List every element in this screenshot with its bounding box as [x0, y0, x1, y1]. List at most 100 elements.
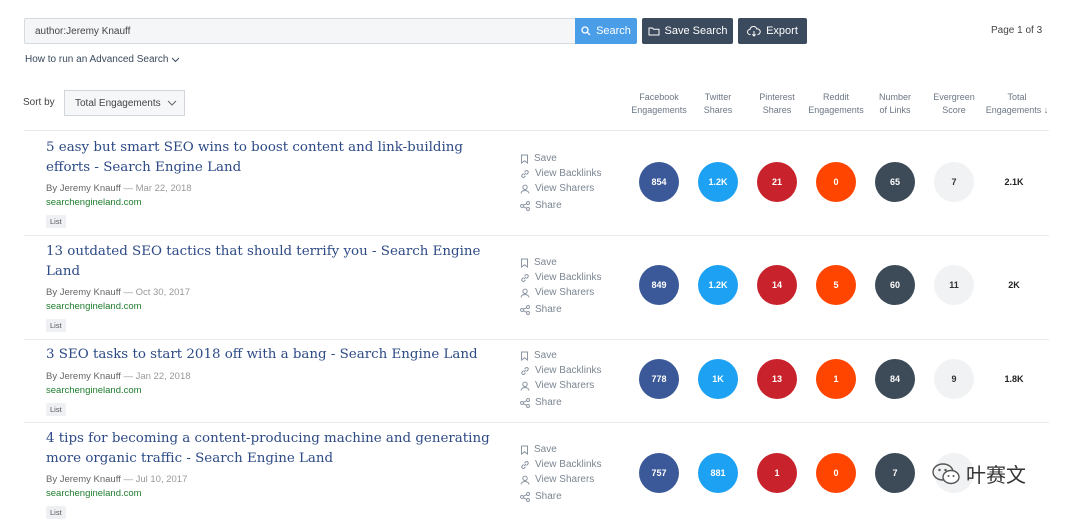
- facebook-engagements: 854: [639, 162, 679, 202]
- column-header-pinterest[interactable]: Pinterest Shares: [747, 91, 807, 117]
- twitter-shares: 1.2K: [698, 265, 738, 305]
- column-header-total[interactable]: Total Engagements ↓: [984, 91, 1050, 117]
- advanced-search-link[interactable]: How to run an Advanced Search: [25, 54, 180, 65]
- folder-icon: [648, 27, 659, 36]
- result-domain[interactable]: searchengineland.com: [46, 385, 142, 396]
- cloud-download-icon: [747, 25, 761, 37]
- reddit-engagements: 0: [816, 162, 856, 202]
- evergreen-score: 7: [934, 162, 974, 202]
- user-icon: [520, 381, 530, 391]
- export-button[interactable]: Export: [738, 18, 807, 44]
- evergreen-score: 9: [934, 359, 974, 399]
- result-author[interactable]: By Jeremy Knauff: [46, 371, 121, 382]
- link-icon: [521, 273, 529, 282]
- share-icon: [520, 304, 530, 315]
- pinterest-shares: 13: [757, 359, 797, 399]
- content-type-badge: List: [46, 403, 66, 416]
- chevron-down-icon: [167, 100, 176, 106]
- view-sharers-action[interactable]: View Sharers: [520, 474, 594, 485]
- user-icon: [520, 184, 530, 194]
- facebook-engagements: 778: [639, 359, 679, 399]
- result-title-link[interactable]: 4 tips for becoming a content-producing …: [46, 429, 496, 469]
- link-icon: [521, 169, 529, 178]
- view-sharers-action[interactable]: View Sharers: [520, 380, 594, 391]
- page-indicator: Page 1 of 3: [991, 25, 1043, 36]
- user-icon: [520, 288, 530, 298]
- content-type-badge: List: [46, 506, 66, 519]
- result-date: — Jul 10, 2017: [123, 474, 188, 485]
- reddit-engagements: 1: [816, 359, 856, 399]
- search-button-label: Search: [596, 25, 631, 37]
- search-input[interactable]: [24, 18, 576, 44]
- sort-selected-value: Total Engagements: [75, 97, 161, 109]
- save-action[interactable]: Save: [520, 257, 557, 268]
- share-icon: [520, 397, 530, 408]
- link-icon: [521, 460, 529, 469]
- result-author[interactable]: By Jeremy Knauff: [46, 287, 121, 298]
- number-of-links[interactable]: 65: [875, 162, 915, 202]
- pinterest-shares: 1: [757, 453, 797, 493]
- number-of-links[interactable]: 60: [875, 265, 915, 305]
- save-action[interactable]: Save: [520, 350, 557, 361]
- result-domain[interactable]: searchengineland.com: [46, 197, 142, 208]
- result-date: — Mar 22, 2018: [123, 183, 192, 194]
- bookmark-icon: [521, 445, 528, 455]
- column-header-links[interactable]: Number of Links: [865, 91, 925, 117]
- total-engagements: 1.8K: [1004, 374, 1024, 384]
- pinterest-shares: 21: [757, 162, 797, 202]
- watermark-text: 叶赛文: [966, 465, 1026, 487]
- result-date: — Oct 30, 2017: [123, 287, 190, 298]
- result-title-link[interactable]: 13 outdated SEO tactics that should terr…: [46, 242, 496, 282]
- view-backlinks-action[interactable]: View Backlinks: [520, 459, 602, 470]
- sort-dropdown[interactable]: Total Engagements: [64, 90, 185, 116]
- save-action[interactable]: Save: [520, 444, 557, 455]
- twitter-shares: 881: [698, 453, 738, 493]
- share-action[interactable]: Share: [520, 491, 562, 502]
- save-search-button[interactable]: Save Search: [642, 18, 733, 44]
- number-of-links[interactable]: 7: [875, 453, 915, 493]
- pinterest-shares: 14: [757, 265, 797, 305]
- share-action[interactable]: Share: [520, 200, 562, 211]
- result-meta: By Jeremy Knauff — Jan 22, 2018: [46, 371, 191, 382]
- column-header-twitter[interactable]: Twitter Shares: [688, 91, 748, 117]
- save-search-label: Save Search: [664, 25, 728, 37]
- sort-label: Sort by: [23, 97, 55, 108]
- number-of-links[interactable]: 84: [875, 359, 915, 399]
- search-icon: [581, 26, 591, 36]
- twitter-shares: 1.2K: [698, 162, 738, 202]
- chevron-down-icon: [172, 57, 180, 62]
- result-title-link[interactable]: 5 easy but smart SEO wins to boost conte…: [46, 138, 496, 178]
- result-date: — Jan 22, 2018: [123, 371, 191, 382]
- share-icon: [520, 491, 530, 502]
- result-author[interactable]: By Jeremy Knauff: [46, 183, 121, 194]
- reddit-engagements: 0: [816, 453, 856, 493]
- result-meta: By Jeremy Knauff — Mar 22, 2018: [46, 183, 192, 194]
- result-author[interactable]: By Jeremy Knauff: [46, 474, 121, 485]
- content-type-badge: List: [46, 215, 66, 228]
- share-action[interactable]: Share: [520, 304, 562, 315]
- share-action[interactable]: Share: [520, 397, 562, 408]
- column-header-facebook[interactable]: Facebook Engagements: [629, 91, 689, 117]
- view-sharers-action[interactable]: View Sharers: [520, 183, 594, 194]
- content-type-badge: List: [46, 319, 66, 332]
- column-header-reddit[interactable]: Reddit Engagements: [806, 91, 866, 117]
- share-icon: [520, 200, 530, 211]
- view-backlinks-action[interactable]: View Backlinks: [520, 365, 602, 376]
- evergreen-score: 11: [934, 265, 974, 305]
- result-meta: By Jeremy Knauff — Jul 10, 2017: [46, 474, 187, 485]
- view-backlinks-action[interactable]: View Backlinks: [520, 272, 602, 283]
- result-domain[interactable]: searchengineland.com: [46, 301, 142, 312]
- view-backlinks-action[interactable]: View Backlinks: [520, 168, 602, 179]
- bookmark-icon: [521, 154, 528, 164]
- save-action[interactable]: Save: [520, 153, 557, 164]
- view-sharers-action[interactable]: View Sharers: [520, 287, 594, 298]
- facebook-engagements: 757: [639, 453, 679, 493]
- advanced-search-label: How to run an Advanced Search: [25, 54, 169, 65]
- column-header-evergreen[interactable]: Evergreen Score: [924, 91, 984, 117]
- result-title-link[interactable]: 3 SEO tasks to start 2018 off with a ban…: [46, 345, 496, 365]
- result-meta: By Jeremy Knauff — Oct 30, 2017: [46, 287, 190, 298]
- result-domain[interactable]: searchengineland.com: [46, 488, 142, 499]
- wechat-icon: [932, 462, 960, 484]
- search-button[interactable]: Search: [575, 18, 637, 44]
- twitter-shares: 1K: [698, 359, 738, 399]
